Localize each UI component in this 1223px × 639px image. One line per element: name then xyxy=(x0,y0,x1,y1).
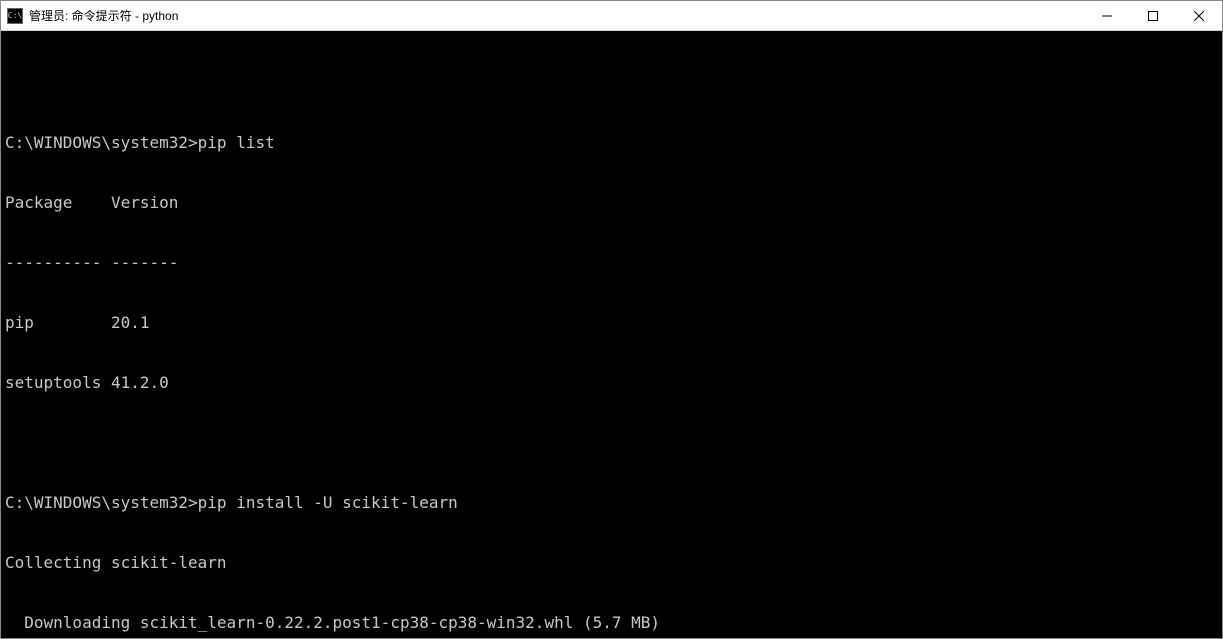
terminal-area[interactable]: C:\WINDOWS\system32>pip list Package Ver… xyxy=(1,31,1222,638)
terminal-line: C:\WINDOWS\system32>pip list xyxy=(5,133,1218,153)
minimize-icon xyxy=(1102,11,1112,21)
terminal-line: Collecting scikit-learn xyxy=(5,553,1218,573)
window-controls xyxy=(1084,1,1222,30)
terminal-line xyxy=(5,73,1218,93)
terminal-line: setuptools 41.2.0 xyxy=(5,373,1218,393)
cmd-icon: C:\ xyxy=(7,8,23,24)
terminal-line: Package Version xyxy=(5,193,1218,213)
terminal-line: ---------- ------- xyxy=(5,253,1218,273)
terminal-line: Downloading scikit_learn-0.22.2.post1-cp… xyxy=(5,613,1218,633)
window-title: 管理员: 命令提示符 - python xyxy=(29,7,178,24)
titlebar[interactable]: C:\ 管理员: 命令提示符 - python xyxy=(1,1,1222,31)
terminal-line xyxy=(5,433,1218,453)
maximize-button[interactable] xyxy=(1130,1,1176,30)
close-button[interactable] xyxy=(1176,1,1222,30)
maximize-icon xyxy=(1148,11,1158,21)
cmd-window: C:\ 管理员: 命令提示符 - python C:\WINDOWS\syste… xyxy=(0,0,1223,639)
titlebar-left: C:\ 管理员: 命令提示符 - python xyxy=(7,7,178,24)
minimize-button[interactable] xyxy=(1084,1,1130,30)
terminal-line: C:\WINDOWS\system32>pip install -U sciki… xyxy=(5,493,1218,513)
terminal-line: pip 20.1 xyxy=(5,313,1218,333)
close-icon xyxy=(1194,11,1204,21)
